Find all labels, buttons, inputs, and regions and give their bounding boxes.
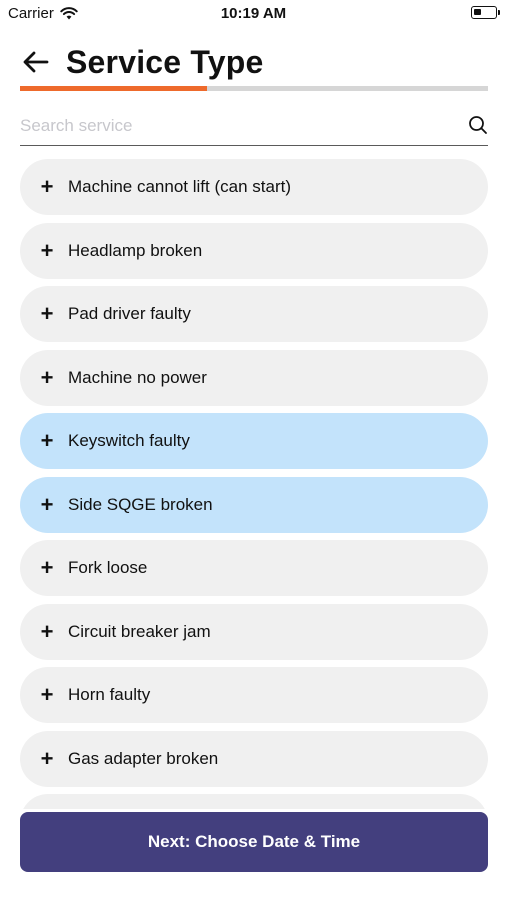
progress-bar bbox=[20, 86, 488, 91]
service-item-label: Side SQGE broken bbox=[68, 494, 213, 514]
plus-icon: + bbox=[40, 237, 54, 263]
plus-icon: + bbox=[40, 491, 54, 517]
battery-level bbox=[474, 9, 481, 15]
service-item[interactable]: + Side SQGE broken bbox=[20, 476, 488, 533]
plus-icon: + bbox=[40, 428, 54, 453]
header: Service Type bbox=[20, 40, 263, 84]
service-item[interactable]: + Fork loose bbox=[20, 540, 488, 596]
service-item[interactable]: + Pad driver faulty bbox=[20, 286, 488, 342]
service-item-label: Horn faulty bbox=[68, 685, 151, 704]
service-item[interactable]: + Horn faulty bbox=[20, 667, 488, 723]
service-item[interactable]: + Gas adapter broken bbox=[20, 730, 488, 787]
plus-icon: + bbox=[40, 174, 54, 199]
service-item[interactable]: + Machine cannot lift (can start) bbox=[20, 159, 488, 215]
status-time: 10:19 AM bbox=[220, 5, 287, 22]
service-item-label: Keyswitch faulty bbox=[68, 431, 190, 450]
service-item-label: Circuit breaker jam bbox=[68, 621, 211, 641]
service-item[interactable]: + Machine no power bbox=[20, 349, 488, 406]
service-item[interactable] bbox=[20, 794, 488, 809]
plus-icon: + bbox=[40, 745, 54, 771]
back-button[interactable] bbox=[20, 46, 52, 78]
battery-icon bbox=[471, 6, 500, 19]
next-button[interactable]: Next: Choose Date & Time bbox=[20, 812, 488, 872]
service-item[interactable]: + Headlamp broken bbox=[20, 222, 488, 279]
plus-icon: + bbox=[40, 364, 54, 390]
back-arrow-icon bbox=[23, 51, 49, 73]
search-icon[interactable] bbox=[468, 115, 488, 135]
page-title: Service Type bbox=[66, 43, 264, 80]
search-input[interactable] bbox=[20, 113, 440, 139]
service-item-label: Pad driver faulty bbox=[68, 304, 191, 323]
progress-fill bbox=[20, 86, 208, 91]
service-item[interactable]: + Circuit breaker jam bbox=[20, 603, 488, 660]
service-list: + Machine cannot lift (can start) + Headlam… bbox=[20, 159, 488, 809]
service-item-label: Headlamp broken bbox=[68, 240, 203, 260]
service-item[interactable]: + Keyswitch faulty bbox=[20, 413, 488, 469]
plus-icon: + bbox=[40, 618, 54, 644]
service-item-label: Gas adapter broken bbox=[68, 748, 219, 768]
plus-icon: + bbox=[40, 301, 54, 326]
status-bar: Carrier 10:19 AM bbox=[0, 0, 507, 28]
plus-icon: + bbox=[40, 555, 54, 580]
search-bar bbox=[20, 108, 488, 146]
service-item-label: Machine no power bbox=[68, 367, 207, 387]
service-item-label: Machine cannot lift (can start) bbox=[68, 177, 291, 196]
service-item-label: Fork loose bbox=[68, 558, 148, 577]
plus-icon: + bbox=[40, 682, 54, 707]
